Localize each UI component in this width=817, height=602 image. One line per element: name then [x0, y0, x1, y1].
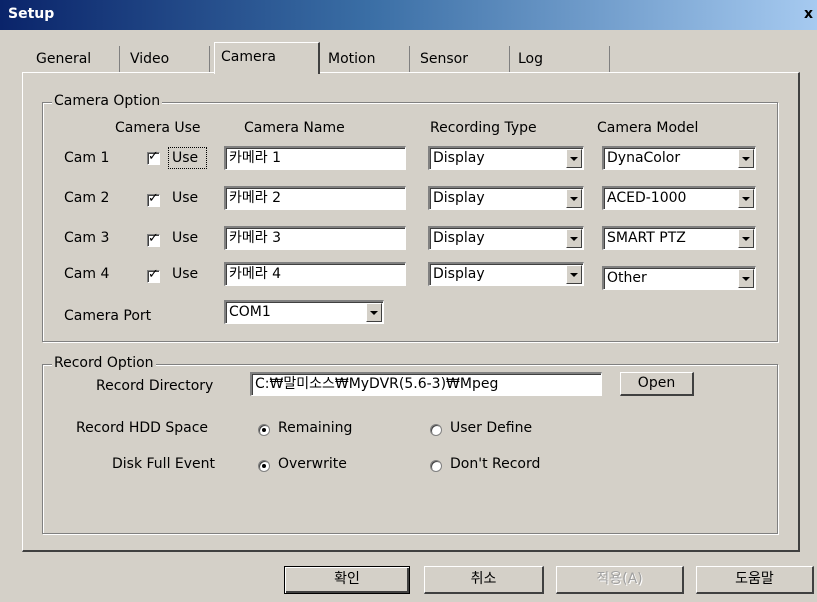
header-recording-type: Recording Type — [430, 120, 537, 136]
camera-use-checkbox[interactable]: ✓ — [147, 231, 160, 247]
camera-port-label: Camera Port — [64, 308, 152, 324]
radio-dont-record-label: Don't Record — [450, 456, 541, 472]
chevron-down-icon[interactable] — [738, 269, 754, 288]
camera-option-label: Camera Option — [52, 93, 163, 109]
camera-use-checkbox[interactable]: ✓ — [147, 149, 160, 165]
camera-option-group — [42, 102, 778, 342]
camera-name-input[interactable]: 카메라 4 — [224, 262, 406, 286]
chevron-down-icon[interactable] — [738, 189, 754, 208]
header-camera-name: Camera Name — [244, 120, 345, 136]
cancel-button[interactable]: 취소 — [424, 566, 544, 594]
radio-user-define-label: User Define — [450, 420, 533, 436]
window-title: Setup — [8, 6, 55, 22]
record-option-label: Record Option — [52, 355, 156, 371]
ok-button[interactable]: 확인 — [284, 566, 410, 594]
tab-camera[interactable]: Camera — [214, 42, 320, 74]
chevron-down-icon[interactable] — [566, 149, 582, 168]
chevron-down-icon[interactable] — [366, 303, 382, 322]
camera-use-checkbox[interactable]: ✓ — [147, 267, 160, 283]
camera-model-select[interactable]: ACED-1000 — [602, 186, 756, 210]
recording-type-select[interactable]: Display — [428, 226, 584, 250]
radio-overwrite-label: Overwrite — [278, 456, 347, 472]
title-bar: Setup x — [0, 0, 817, 30]
cam-label: Cam 4 — [64, 266, 110, 282]
camera-use-label: Use — [172, 266, 199, 282]
cam-label: Cam 3 — [64, 230, 110, 246]
radio-overwrite[interactable] — [258, 460, 270, 472]
recording-type-select[interactable]: Display — [428, 146, 584, 170]
camera-port-select[interactable]: COM1 — [224, 300, 384, 324]
chevron-down-icon[interactable] — [738, 149, 754, 168]
disk-full-label: Disk Full Event — [112, 456, 216, 472]
check-icon: ✓ — [148, 191, 159, 206]
apply-button[interactable]: 적용(A) — [556, 566, 684, 594]
open-button[interactable]: Open — [620, 372, 694, 396]
chevron-down-icon[interactable] — [566, 189, 582, 208]
record-directory-input[interactable]: C:₩말미소스₩MyDVR(5.6-3)₩Mpeg — [250, 372, 602, 396]
camera-use-label: Use — [172, 230, 199, 246]
chevron-down-icon[interactable] — [566, 265, 582, 284]
tab-sensor[interactable]: Sensor — [414, 46, 510, 72]
recording-type-select[interactable]: Display — [428, 186, 584, 210]
camera-use-label: Use — [172, 190, 199, 206]
radio-user-define[interactable] — [430, 424, 442, 436]
close-icon[interactable]: x — [804, 6, 813, 22]
camera-use-label: Use — [172, 150, 199, 166]
tab-video[interactable]: Video — [124, 46, 210, 72]
tab-log[interactable]: Log — [512, 46, 610, 72]
check-icon: ✓ — [148, 231, 159, 246]
chevron-down-icon[interactable] — [738, 229, 754, 248]
camera-name-input[interactable]: 카메라 3 — [224, 226, 406, 250]
header-camera-use: Camera Use — [115, 120, 201, 136]
help-button[interactable]: 도움말 — [696, 566, 814, 594]
cam-label: Cam 2 — [64, 190, 110, 206]
record-hdd-label: Record HDD Space — [76, 420, 209, 436]
cam-label: Cam 1 — [64, 150, 110, 166]
tab-general[interactable]: General — [30, 46, 120, 72]
check-icon: ✓ — [148, 149, 159, 164]
header-camera-model: Camera Model — [597, 120, 699, 136]
camera-name-input[interactable]: 카메라 2 — [224, 186, 406, 210]
check-icon: ✓ — [148, 267, 159, 282]
camera-model-select[interactable]: SMART PTZ — [602, 226, 756, 250]
chevron-down-icon[interactable] — [566, 229, 582, 248]
camera-name-input[interactable]: 카메라 1 — [224, 146, 406, 170]
tab-motion[interactable]: Motion — [322, 46, 410, 72]
record-directory-label: Record Directory — [96, 378, 214, 394]
camera-model-select[interactable]: DynaColor — [602, 146, 756, 170]
camera-model-select[interactable]: Other — [602, 266, 756, 290]
recording-type-select[interactable]: Display — [428, 262, 584, 286]
camera-use-checkbox[interactable]: ✓ — [147, 191, 160, 207]
radio-remaining[interactable] — [258, 424, 270, 436]
radio-remaining-label: Remaining — [278, 420, 353, 436]
radio-dont-record[interactable] — [430, 460, 442, 472]
